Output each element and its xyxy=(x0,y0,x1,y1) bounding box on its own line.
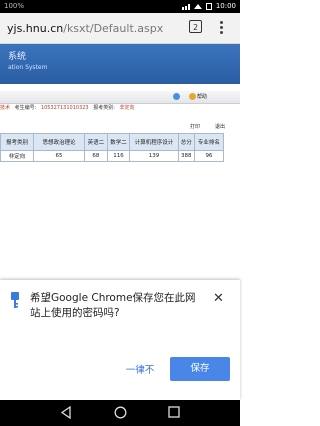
category-value: 非定向 xyxy=(119,105,135,111)
print-link[interactable]: 打印 xyxy=(190,123,200,130)
cell-rank: 96 xyxy=(193,150,225,162)
home-button-icon[interactable] xyxy=(114,406,127,419)
action-row: 打印 退出 xyxy=(0,122,240,131)
site-banner: 系统 ation System xyxy=(0,44,240,84)
cell-politics: 65 xyxy=(33,150,85,162)
score-table: 报考类别 思想政治理论 英语二 数学二 计算机程序设计 总分 专业排名 非定向 … xyxy=(0,133,225,162)
save-button[interactable]: 保存 xyxy=(170,357,230,381)
table-header-row: 报考类别 思想政治理论 英语二 数学二 计算机程序设计 总分 专业排名 xyxy=(0,133,225,151)
status-bar: 100% 10:00 xyxy=(0,0,240,13)
help-link[interactable]: 帮助 xyxy=(197,93,207,100)
header-politics: 思想政治理论 xyxy=(33,133,85,151)
site-title: 系统 xyxy=(8,52,27,62)
header-total: 总分 xyxy=(177,133,195,151)
site-nav-strip: 帮助 xyxy=(0,91,240,104)
recents-icon[interactable] xyxy=(168,406,180,418)
field-label: 技术 xyxy=(0,105,11,111)
status-left-text: 100% xyxy=(4,2,25,10)
browser-menu-icon[interactable] xyxy=(220,21,224,35)
exam-no-label: 考生编号: xyxy=(14,105,37,111)
system-nav-bar xyxy=(0,400,240,426)
close-icon[interactable]: ✕ xyxy=(213,292,224,305)
tab-switcher-button[interactable]: 2 xyxy=(189,20,202,33)
help-icon[interactable] xyxy=(189,93,196,100)
battery-icon xyxy=(206,3,212,10)
save-password-message: 希望Google Chrome保存您在此网站上使用的密码吗? xyxy=(30,292,196,319)
browser-toolbar: yjs.hnu.cn/ksxt/Default.aspx 2 xyxy=(0,13,240,44)
cell-programming: 139 xyxy=(129,150,179,162)
exam-no-value: 105327131010323 xyxy=(40,105,89,111)
candidate-info: 技术 考生编号: 105327131010323 报考类别: 非定向 xyxy=(0,104,240,114)
address-bar[interactable]: yjs.hnu.cn/ksxt/Default.aspx xyxy=(7,22,163,35)
never-button[interactable]: 一律不 xyxy=(120,362,160,376)
cell-category: 非定向 xyxy=(0,150,34,162)
header-math: 数学二 xyxy=(106,133,131,151)
header-english: 英语二 xyxy=(84,133,108,151)
site-subtitle: ation System xyxy=(8,64,48,71)
signal-icon xyxy=(182,4,202,10)
key-icon xyxy=(11,292,19,308)
header-programming: 计算机程序设计 xyxy=(129,133,179,151)
header-category: 报考类别 xyxy=(0,133,34,151)
back-icon[interactable] xyxy=(60,406,72,419)
table-row: 非定向 65 68 116 139 388 96 xyxy=(0,150,225,162)
cell-english: 68 xyxy=(84,150,108,162)
url-host: yjs.hnu.cn xyxy=(7,22,64,35)
home-icon[interactable] xyxy=(173,93,180,100)
logout-link[interactable]: 退出 xyxy=(215,123,225,130)
url-path: /ksxt/Default.aspx xyxy=(63,22,164,35)
clock: 10:00 xyxy=(215,2,236,10)
save-password-infobar: 希望Google Chrome保存您在此网站上使用的密码吗? ✕ 一律不 保存 xyxy=(0,280,240,400)
cell-math: 116 xyxy=(106,150,131,162)
cell-total: 388 xyxy=(177,150,195,162)
header-rank: 专业排名 xyxy=(193,133,225,151)
category-label: 报考类别: xyxy=(93,105,115,111)
